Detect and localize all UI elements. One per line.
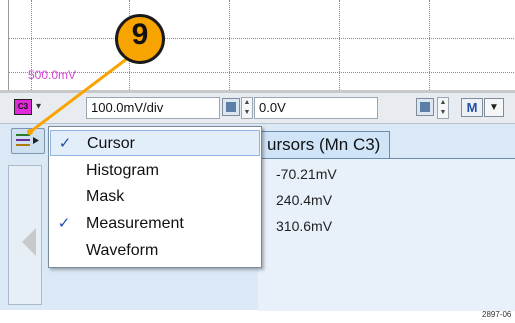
figure-code: 2897-06 [482,310,512,319]
math-button[interactable]: M [461,98,483,117]
vertical-scale-field[interactable]: 100.0mV/div [86,97,220,119]
cursor-value: 310.6mV [276,218,333,234]
menu-item-label: Measurement [86,215,184,232]
cursors-tab[interactable]: ursors (Mn C3) [260,131,390,159]
cursor-value: -70.21mV [276,166,337,182]
grid-line [9,38,515,40]
callout-number: 9 [131,18,149,51]
scale-label: 500.0mV [28,68,77,82]
menu-item-label: Histogram [86,162,159,179]
results-menu-button[interactable] [11,128,45,154]
menu-item-label: Mask [86,188,125,205]
menu-item-label: Cursor [87,135,136,152]
check-icon: ✓ [58,135,72,152]
grid-line [9,72,515,74]
menu-item-histogram[interactable]: Histogram [50,158,260,184]
results-type-menu: ✓ Cursor Histogram Mask ✓ Measurement Wa… [48,126,262,268]
offset-spinner[interactable]: ▲ ▼ [437,97,449,119]
waveform-plot-area[interactable] [8,0,515,90]
cursor-value: 240.4mV [276,192,333,208]
menu-item-label: Waveform [86,242,159,259]
menu-list-icon [16,134,39,146]
menu-item-waveform[interactable]: Waveform [50,238,260,264]
grid-line [229,0,231,90]
calculator-icon[interactable] [222,98,240,116]
grid-line [339,0,341,90]
menu-item-mask[interactable]: Mask [50,184,260,210]
offset-field[interactable]: 0.0V [254,97,378,119]
grid-line [429,0,431,90]
check-icon: ✓ [57,215,71,232]
channel-badge[interactable]: C3 [14,99,32,115]
menu-item-cursor[interactable]: ✓ Cursor [50,130,260,156]
calculator-icon[interactable] [416,98,434,116]
chevron-down-icon[interactable]: ▾ [36,101,41,112]
left-arrow-icon[interactable] [22,228,36,256]
menu-item-measurement[interactable]: ✓ Measurement [50,211,260,237]
chevron-down-icon[interactable]: ▼ [484,98,504,117]
scale-spinner[interactable]: ▲ ▼ [241,97,253,119]
